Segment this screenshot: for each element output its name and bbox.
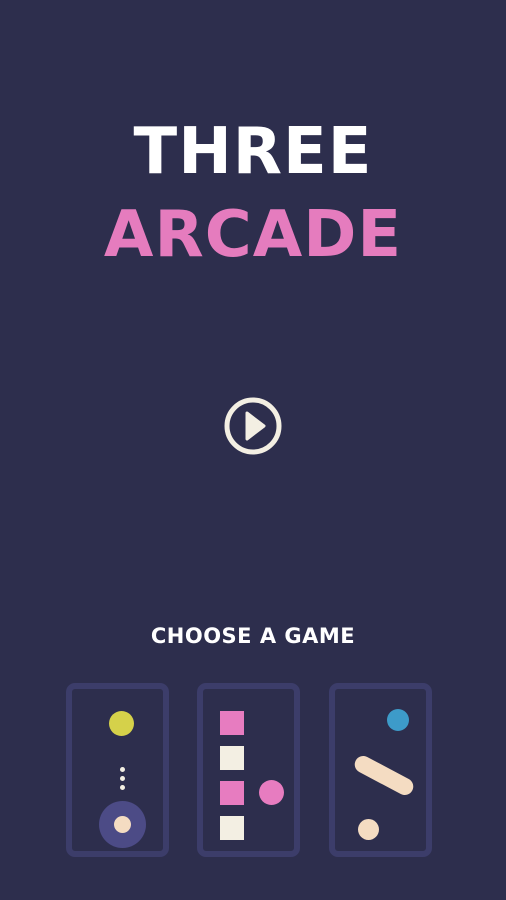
trajectory-dot-icon: [120, 767, 125, 772]
game-card-block-stack[interactable]: [197, 683, 300, 857]
choose-a-game-label: CHOOSE A GAME: [150, 624, 356, 648]
blue-ball-icon: [387, 709, 409, 731]
peach-ball-icon: [358, 819, 379, 840]
pink-block-icon: [220, 781, 244, 805]
title-arcade: ARCADE: [103, 198, 403, 272]
launcher-ball-icon: [114, 816, 131, 833]
paddle-icon: [351, 752, 417, 799]
cream-block-icon: [220, 746, 244, 770]
game-card-ball-launch[interactable]: [66, 683, 169, 857]
cream-block-icon: [220, 816, 244, 840]
target-ball-icon: [109, 711, 134, 736]
pink-ball-icon: [259, 780, 284, 805]
play-button[interactable]: [222, 395, 284, 457]
title-screen: THREE ARCADE CHOOSE A GAME: [0, 0, 506, 900]
title-three: THREE: [133, 115, 373, 189]
game-card-paddle-bounce[interactable]: [329, 683, 432, 857]
trajectory-dot-icon: [120, 776, 125, 781]
trajectory-dot-icon: [120, 785, 125, 790]
pink-block-icon: [220, 711, 244, 735]
play-icon: [224, 397, 282, 455]
